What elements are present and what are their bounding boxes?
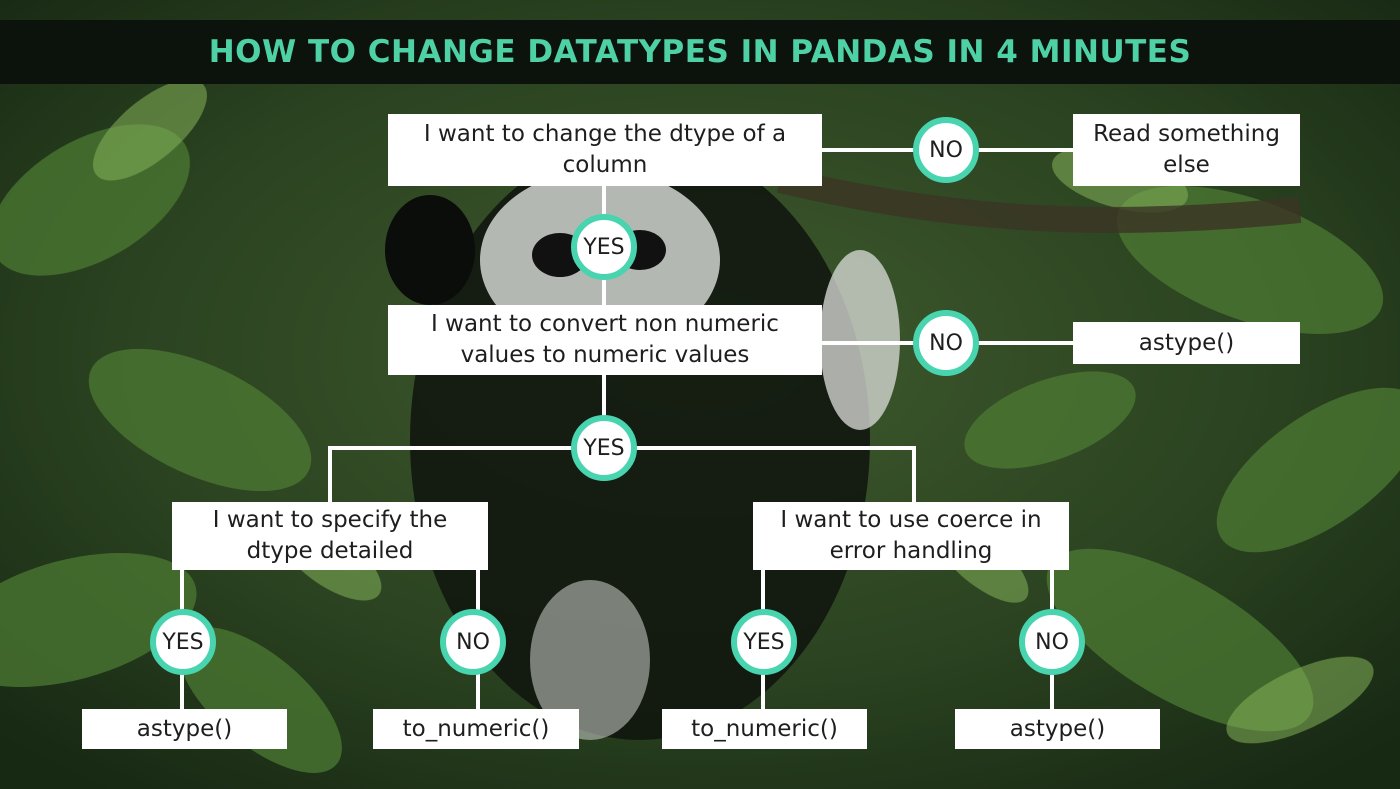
title-bar: HOW TO CHANGE DATATYPES IN PANDAS IN 4 M…: [0, 0, 1400, 104]
question-coerce-errors: I want to use coerce in error handling: [753, 502, 1069, 570]
result-astype-1: astype(): [82, 709, 287, 749]
result-read-something-else: Read something else: [1073, 114, 1300, 186]
question-convert-non-numeric: I want to convert non numeric values to …: [388, 305, 822, 375]
badge-yes-q1: YES: [571, 214, 637, 280]
badge-yes-q4: YES: [731, 609, 797, 675]
badge-no-q2: NO: [913, 310, 979, 376]
badge-no-q4: NO: [1019, 609, 1085, 675]
page-title: HOW TO CHANGE DATATYPES IN PANDAS IN 4 M…: [208, 34, 1192, 70]
result-astype-top: astype(): [1073, 322, 1300, 364]
badge-no-q1: NO: [913, 117, 979, 183]
result-astype-2: astype(): [955, 709, 1160, 749]
badge-no-q3: NO: [440, 609, 506, 675]
result-to-numeric-2: to_numeric(): [662, 709, 867, 749]
badge-yes-q2: YES: [571, 415, 637, 481]
result-to-numeric-1: to_numeric(): [373, 709, 579, 749]
question-change-dtype: I want to change the dtype of a column: [388, 114, 822, 186]
question-specify-dtype: I want to specify the dtype detailed: [172, 502, 488, 570]
badge-yes-q3: YES: [150, 609, 216, 675]
